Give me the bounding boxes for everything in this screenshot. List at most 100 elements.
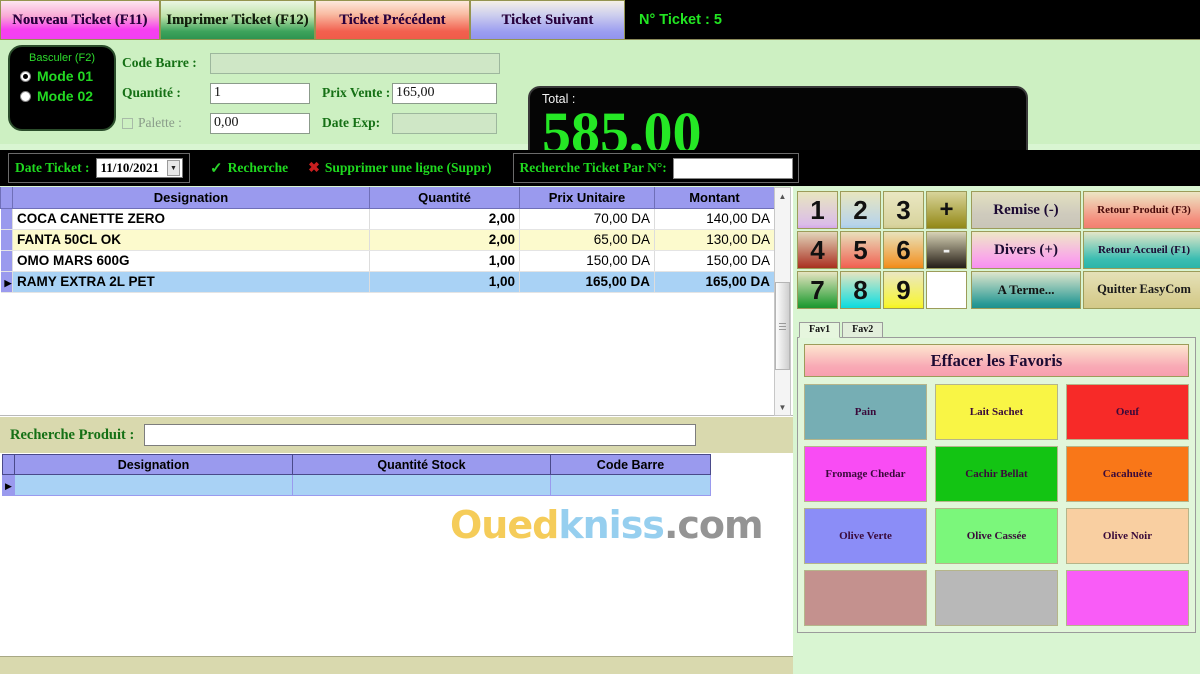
favorite-lait-sachet[interactable]: Lait Sachet bbox=[935, 384, 1058, 440]
product-search-input[interactable] bbox=[144, 424, 697, 446]
mode-toggle-title: Basculer (F2) bbox=[28, 52, 96, 64]
retour-produit-button[interactable]: Retour Produit (F3) bbox=[1083, 191, 1200, 229]
status-bar bbox=[0, 656, 793, 674]
radio-unselected-icon bbox=[20, 90, 31, 102]
quantite-row: Quantité : 1 Prix Vente : 165,00 bbox=[122, 78, 500, 108]
list-item[interactable]: ▶ bbox=[2, 474, 711, 496]
date-ticket-group: Date Ticket : 11/10/2021 ▼ bbox=[8, 153, 191, 183]
row-indicator bbox=[0, 208, 13, 230]
cart-table: Designation Quantité Prix Unitaire Monta… bbox=[0, 187, 775, 293]
current-row-caret-icon: ▶ bbox=[5, 481, 12, 491]
key-6[interactable]: 6 bbox=[883, 231, 924, 269]
favorite-empty-1[interactable] bbox=[804, 570, 927, 626]
mode-01-label: Mode 01 bbox=[37, 68, 94, 84]
table-row-selected[interactable]: ▶ RAMY EXTRA 2L PET 1,00 165,00 DA 165,0… bbox=[0, 271, 775, 293]
product-cell-code-barre bbox=[550, 474, 711, 496]
effacer-favoris-button[interactable]: Effacer les Favoris bbox=[804, 344, 1189, 377]
key-plus[interactable]: + bbox=[926, 191, 967, 229]
ticket-suivant-button[interactable]: Ticket Suivant bbox=[470, 0, 625, 40]
cart-vertical-scrollbar[interactable]: ▲ ▼ bbox=[774, 187, 791, 416]
remise-button[interactable]: Remise (-) bbox=[971, 191, 1081, 229]
row-indicator-header bbox=[0, 187, 13, 209]
nouveau-ticket-button[interactable]: Nouveau Ticket (F11) bbox=[0, 0, 160, 40]
cell-prix-unitaire: 70,00 DA bbox=[519, 208, 655, 230]
scrollbar-track[interactable] bbox=[775, 204, 790, 399]
date-ticket-picker[interactable]: 11/10/2021 ▼ bbox=[95, 158, 184, 178]
mode-02-radio-row[interactable]: Mode 02 bbox=[10, 88, 114, 104]
key-3[interactable]: 3 bbox=[883, 191, 924, 229]
favorite-empty-2[interactable] bbox=[935, 570, 1058, 626]
divers-button[interactable]: Divers (+) bbox=[971, 231, 1081, 269]
product-results-header-row: Designation Quantité Stock Code Barre bbox=[2, 454, 711, 475]
retour-accueil-button[interactable]: Retour Accueil (F1) bbox=[1083, 231, 1200, 269]
favorite-empty-3[interactable] bbox=[1066, 570, 1189, 626]
cell-quantite: 1,00 bbox=[369, 250, 520, 272]
favorite-cacahuete[interactable]: Cacahuète bbox=[1066, 446, 1189, 502]
favorite-olive-cassee[interactable]: Olive Cassée bbox=[935, 508, 1058, 564]
date-ticket-label: Date Ticket : bbox=[15, 160, 90, 175]
palette-input[interactable]: 0,00 bbox=[210, 112, 310, 134]
keypad-area: 1 2 3 + 4 5 6 - 7 8 9 Remise (-) Retour … bbox=[797, 191, 1200, 309]
cart-col-quantite[interactable]: Quantité bbox=[369, 187, 520, 209]
key-7[interactable]: 7 bbox=[797, 271, 838, 309]
table-row[interactable]: COCA CANETTE ZERO 2,00 70,00 DA 140,00 D… bbox=[0, 208, 775, 230]
favorite-fromage-chedar[interactable]: Fromage Chedar bbox=[804, 446, 927, 502]
tab-fav2[interactable]: Fav2 bbox=[842, 322, 884, 337]
current-row-caret-icon: ▶ bbox=[4, 278, 12, 288]
code-barre-input[interactable] bbox=[210, 52, 500, 74]
key-4[interactable]: 4 bbox=[797, 231, 838, 269]
supprimer-ligne-button[interactable]: ✖ Supprimer une ligne (Suppr) bbox=[308, 160, 491, 177]
table-row[interactable]: FANTA 50CL OK 2,00 65,00 DA 130,00 DA bbox=[0, 229, 775, 251]
recherche-ticket-input[interactable] bbox=[672, 157, 793, 179]
product-results-body: ▶ bbox=[2, 474, 711, 496]
product-col-code-barre[interactable]: Code Barre bbox=[550, 454, 711, 475]
imprimer-ticket-button[interactable]: Imprimer Ticket (F12) bbox=[160, 0, 315, 40]
cart-grid-wrapper: Designation Quantité Prix Unitaire Monta… bbox=[0, 187, 793, 547]
supprimer-ligne-label: Supprimer une ligne (Suppr) bbox=[324, 160, 492, 175]
favorite-olive-noir[interactable]: Olive Noir bbox=[1066, 508, 1189, 564]
cell-designation: OMO MARS 600G bbox=[12, 250, 370, 272]
cart-col-montant[interactable]: Montant bbox=[654, 187, 775, 209]
main-area: Designation Quantité Prix Unitaire Monta… bbox=[0, 187, 1200, 674]
cell-montant: 165,00 DA bbox=[654, 271, 775, 293]
key-2[interactable]: 2 bbox=[840, 191, 881, 229]
recherche-button[interactable]: ✓ Recherche bbox=[210, 159, 288, 178]
quitter-easycom-button[interactable]: Quitter EasyCom bbox=[1083, 271, 1200, 309]
favorite-cachir-bellat[interactable]: Cachir Bellat bbox=[935, 446, 1058, 502]
key-9[interactable]: 9 bbox=[883, 271, 924, 309]
delete-x-icon: ✖ bbox=[308, 160, 320, 176]
key-8[interactable]: 8 bbox=[840, 271, 881, 309]
recherche-ticket-label: Recherche Ticket Par N°: bbox=[519, 160, 667, 175]
date-exp-input[interactable] bbox=[392, 112, 497, 134]
favorite-oeuf[interactable]: Oeuf bbox=[1066, 384, 1189, 440]
prix-vente-input[interactable]: 165,00 bbox=[392, 82, 497, 104]
cart-col-prix-unitaire[interactable]: Prix Unitaire bbox=[519, 187, 655, 209]
cart-col-designation[interactable]: Designation bbox=[12, 187, 370, 209]
tab-fav1[interactable]: Fav1 bbox=[799, 322, 841, 338]
scrollbar-thumb[interactable] bbox=[775, 282, 790, 370]
favorite-olive-verte[interactable]: Olive Verte bbox=[804, 508, 927, 564]
code-barre-label: Code Barre : bbox=[122, 55, 197, 70]
action-buttons: Remise (-) Retour Produit (F3) Divers (+… bbox=[971, 191, 1200, 309]
favorites-grid: Pain Lait Sachet Oeuf Fromage Chedar Cac… bbox=[804, 384, 1189, 626]
numeric-keypad: 1 2 3 + 4 5 6 - 7 8 9 bbox=[797, 191, 967, 309]
table-row[interactable]: OMO MARS 600G 1,00 150,00 DA 150,00 DA bbox=[0, 250, 775, 272]
product-col-quantite-stock[interactable]: Quantité Stock bbox=[292, 454, 551, 475]
ticket-precedent-button[interactable]: Ticket Précédent bbox=[315, 0, 470, 40]
scroll-down-icon[interactable]: ▼ bbox=[775, 399, 790, 415]
a-terme-button[interactable]: A Terme... bbox=[971, 271, 1081, 309]
ticket-number-display: N° Ticket : 5 bbox=[625, 0, 1200, 39]
key-blank[interactable] bbox=[926, 271, 967, 309]
chevron-down-icon[interactable]: ▼ bbox=[167, 160, 181, 176]
favorite-pain[interactable]: Pain bbox=[804, 384, 927, 440]
key-5[interactable]: 5 bbox=[840, 231, 881, 269]
scroll-up-icon[interactable]: ▲ bbox=[775, 188, 790, 204]
key-minus[interactable]: - bbox=[926, 231, 967, 269]
palette-checkbox[interactable] bbox=[122, 117, 133, 129]
mode-01-radio-row[interactable]: Mode 01 bbox=[10, 68, 114, 84]
mode-toggle-box: Basculer (F2) Mode 01 Mode 02 bbox=[8, 45, 116, 131]
key-1[interactable]: 1 bbox=[797, 191, 838, 229]
mode-02-label: Mode 02 bbox=[37, 88, 94, 104]
quantite-input[interactable]: 1 bbox=[210, 82, 310, 104]
product-col-designation[interactable]: Designation bbox=[14, 454, 293, 475]
